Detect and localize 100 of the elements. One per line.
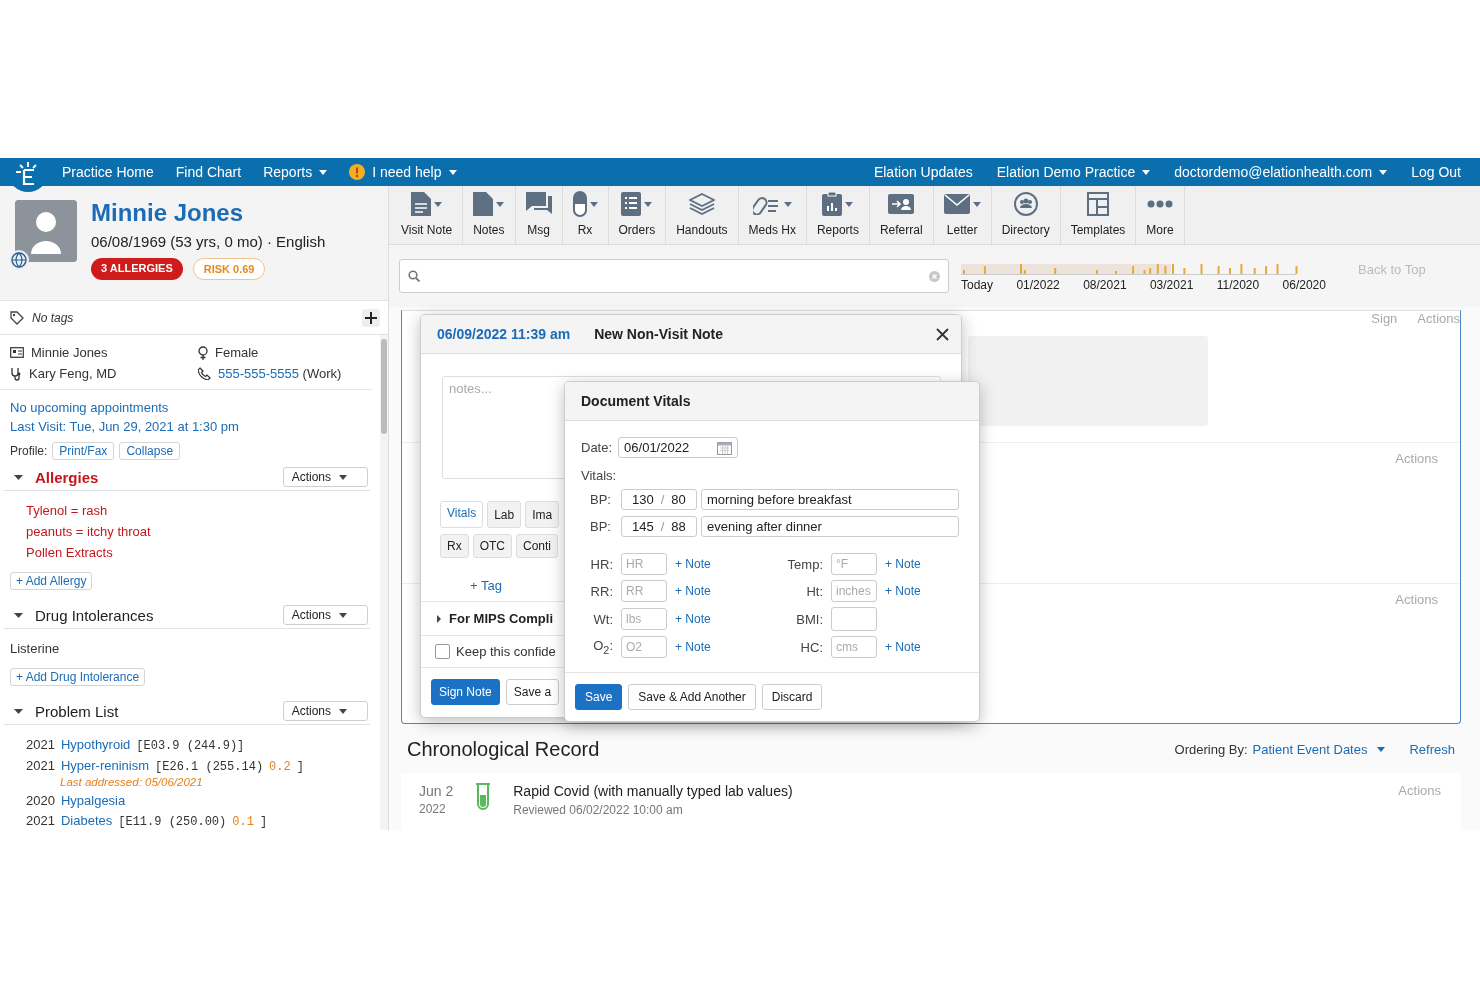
add-note-link[interactable]: + Note (885, 584, 945, 598)
avatar-icon (15, 200, 77, 262)
bracket-text: ] (259, 815, 268, 829)
toolbar-button[interactable]: Orders (608, 186, 667, 244)
toolbar-button[interactable]: Directory (991, 186, 1061, 244)
caret-icon[interactable] (14, 706, 23, 716)
id-card-icon (10, 347, 24, 358)
add-note-link[interactable]: + Note (885, 640, 945, 654)
note-tab[interactable]: Rx (440, 534, 469, 558)
caret-icon (496, 201, 505, 207)
bp-note-field[interactable]: morning before breakfast (701, 489, 959, 510)
last-visit-link[interactable]: Last Visit: Tue, Jun 29, 2021 at 1:30 pm (10, 419, 362, 434)
toolbar-button[interactable]: Msg (515, 186, 563, 244)
actions-dropdown[interactable]: Actions (282, 605, 368, 625)
toolbar-button[interactable]: Rx (562, 186, 609, 244)
caret-icon[interactable] (435, 614, 443, 623)
bp-field[interactable]: 130 / 80 (621, 489, 697, 510)
timeline-label: 08/2021 (1083, 278, 1127, 292)
note-tab[interactable]: Vitals (440, 501, 484, 528)
note-tab[interactable]: Conti (516, 534, 559, 558)
toolbar-button[interactable]: Handouts (666, 186, 739, 244)
toolbar-button[interactable]: Reports (806, 186, 870, 244)
date-field[interactable]: 06/01/2022 (618, 437, 739, 458)
stack-icon (688, 192, 715, 216)
vital-field[interactable]: HR (621, 553, 667, 575)
vital-field[interactable] (831, 607, 877, 631)
profile-button[interactable]: Print/Fax (52, 442, 115, 460)
nav-link[interactable]: Log Out (1411, 164, 1461, 180)
dialog-button[interactable]: Save & Add Another (628, 684, 756, 710)
toolbar-button[interactable]: Meds Hx (738, 186, 807, 244)
allergy-badge[interactable]: 3 ALLERGIES (91, 258, 183, 280)
add-note-link[interactable]: + Note (675, 557, 735, 571)
nav-link[interactable]: Find Chart (175, 164, 242, 180)
nav-link[interactable]: Reports (263, 164, 328, 180)
problem-link[interactable]: Diabetes (60, 813, 113, 828)
close-icon[interactable] (936, 327, 949, 341)
toolbar-button[interactable]: Letter (933, 186, 992, 244)
add-note-link[interactable]: + Note (675, 612, 735, 626)
add-note-link[interactable]: + Note (885, 557, 945, 571)
dialog-title: Document Vitals (581, 393, 691, 409)
envelope-icon (943, 194, 970, 214)
note-tab[interactable]: Ima (525, 501, 560, 528)
add-button[interactable]: + Add Allergy (10, 572, 93, 590)
toolbar-button[interactable]: Notes (463, 186, 516, 244)
actions-dropdown[interactable]: Actions (282, 467, 368, 487)
appointments-link[interactable]: No upcoming appointments (10, 400, 362, 415)
mips-section-title[interactable]: For MIPS Compli (449, 611, 553, 626)
timeline-label: Today (961, 278, 994, 292)
caret-icon (1377, 747, 1386, 752)
vital-label: Ht: (805, 583, 823, 599)
bp-note-field[interactable]: evening after dinner (701, 516, 959, 537)
toolbar-button[interactable]: Templates (1060, 186, 1137, 244)
document-icon (411, 192, 432, 216)
save-button[interactable]: Save (575, 684, 623, 710)
toolbar-button[interactable]: More (1136, 186, 1185, 244)
vital-field[interactable]: RR (621, 580, 667, 602)
add-note-link[interactable]: + Note (675, 584, 735, 598)
sign-note-button[interactable]: Sign Note (431, 679, 500, 705)
save-button[interactable]: Save a (505, 679, 560, 705)
actions-dropdown[interactable]: Actions (282, 701, 368, 721)
add-note-link[interactable]: + Note (675, 640, 735, 654)
female-icon (198, 345, 208, 360)
caret-icon[interactable] (14, 472, 23, 482)
toolbar-button[interactable]: Referral (869, 186, 934, 244)
toolbar-button[interactable]: Visit Note (391, 186, 464, 244)
nav-link[interactable]: Elation Demo Practice (996, 164, 1151, 180)
dialog-button[interactable]: Discard (761, 684, 823, 710)
problem-link[interactable]: Hyper-reninism (60, 758, 150, 773)
vital-field[interactable]: inches (831, 580, 877, 602)
calendar-icon[interactable] (717, 440, 733, 455)
add-button[interactable]: + Add Drug Intolerance (10, 668, 146, 686)
search-field[interactable] (399, 259, 949, 293)
checkbox-label: Keep this confide (456, 644, 556, 659)
problem-score: 0.1 (232, 815, 254, 829)
profile-button[interactable]: Collapse (119, 442, 181, 460)
caret-icon[interactable] (14, 610, 23, 620)
note-tab[interactable]: Lab (487, 501, 522, 528)
section-title: Problem List (35, 702, 119, 720)
nav-link[interactable]: Elation Updates (873, 164, 973, 180)
bp-field[interactable]: 145 / 88 (621, 516, 697, 537)
vital-field[interactable]: lbs (621, 608, 667, 630)
problem-year: 2021 (26, 737, 55, 752)
record-entry[interactable]: Jun 2 2022 Rapid Covid (with manually typed lab values) Reviewed 06/02/2022 10:00 am Actions (401, 773, 1461, 830)
problem-link[interactable]: Hypothyroid (60, 737, 131, 752)
vital-field[interactable]: O2 (621, 636, 667, 658)
problem-link[interactable]: Hypalgesia (60, 793, 126, 808)
phone-link[interactable]: 555-555-5555 (218, 366, 299, 381)
provider-name: Kary Feng, MD (29, 366, 117, 381)
plus-icon[interactable] (362, 308, 380, 327)
nav-link[interactable]: Practice Home (62, 164, 154, 180)
ordering-dropdown[interactable]: Patient Event Dates (1252, 742, 1386, 757)
nav-link[interactable]: doctordemo@elationhealth.com (1174, 164, 1388, 180)
vital-field[interactable]: cms (831, 636, 877, 658)
nav-link[interactable]: I need help (349, 164, 457, 180)
confidential-checkbox[interactable] (435, 644, 450, 659)
refresh-link[interactable]: Refresh (1409, 742, 1455, 757)
scrollbar-thumb[interactable] (381, 339, 387, 434)
note-timestamp: 06/09/2022 11:39 am (437, 326, 571, 342)
vital-field[interactable]: °F (831, 553, 877, 575)
note-tab[interactable]: OTC (472, 534, 512, 558)
